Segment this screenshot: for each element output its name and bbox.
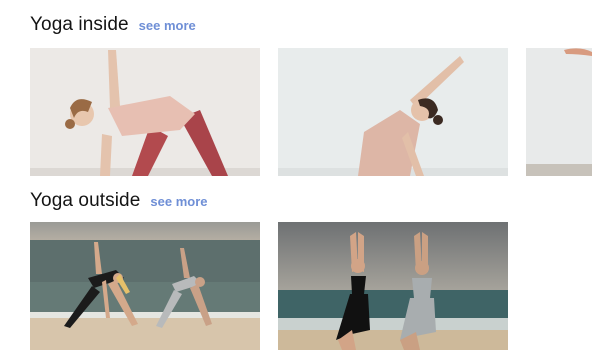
yoga-inside-thumb-2[interactable] bbox=[278, 48, 508, 176]
section-header-yoga-inside: Yoga inside see more bbox=[30, 14, 196, 36]
yoga-outside-thumb-2[interactable] bbox=[278, 222, 508, 350]
photo-icon bbox=[30, 222, 260, 350]
see-more-link[interactable]: see more bbox=[139, 18, 196, 33]
yoga-inside-thumb-1[interactable] bbox=[30, 48, 260, 176]
photo-icon bbox=[278, 48, 508, 176]
photo-icon bbox=[278, 222, 508, 350]
photo-icon bbox=[526, 48, 592, 176]
section-title: Yoga inside bbox=[30, 14, 129, 35]
section-header-yoga-outside: Yoga outside see more bbox=[30, 190, 207, 212]
photo-icon bbox=[30, 48, 260, 176]
yoga-inside-thumb-3[interactable] bbox=[526, 48, 592, 176]
section-title: Yoga outside bbox=[30, 190, 141, 211]
yoga-outside-thumb-1[interactable] bbox=[30, 222, 260, 350]
see-more-link[interactable]: see more bbox=[150, 194, 207, 209]
